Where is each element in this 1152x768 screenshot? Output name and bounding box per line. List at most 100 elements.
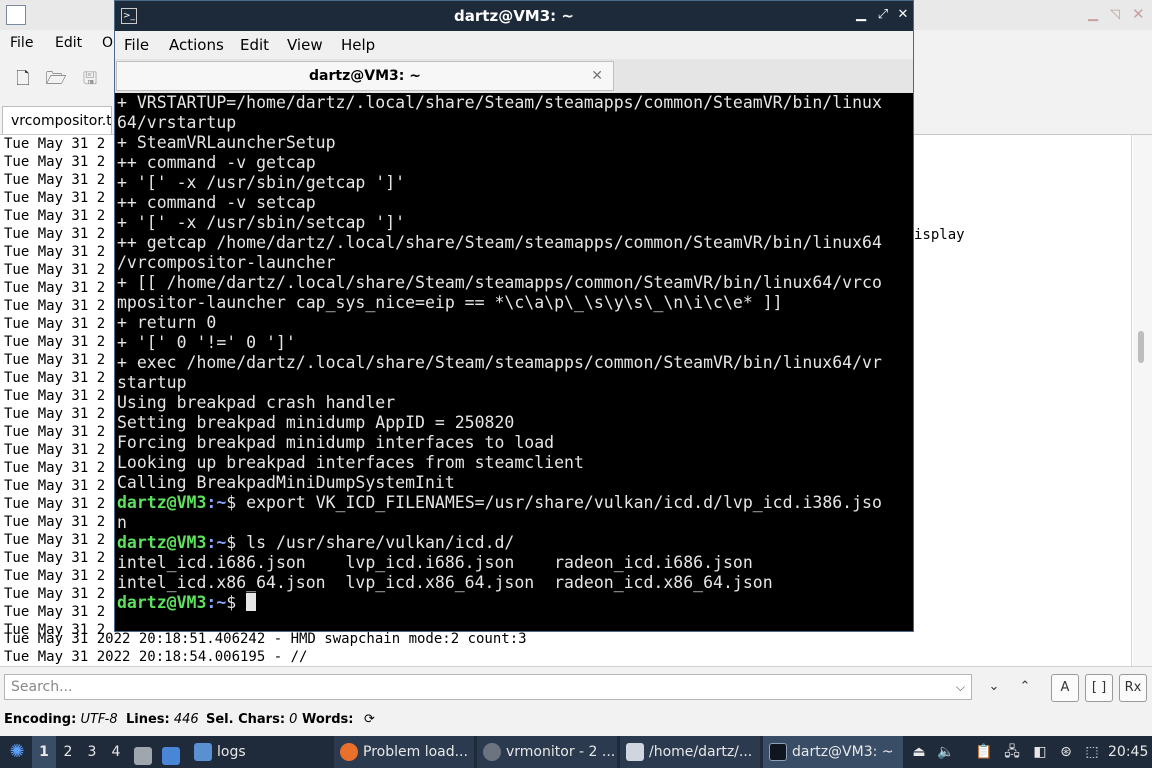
close-icon[interactable]: ✕ [1132,5,1145,23]
clipboard-icon[interactable]: 📋 [974,736,994,768]
log-line-prefix: Tue May 31 2 [4,244,106,260]
workspace-3[interactable]: 3 [80,736,104,768]
terminal-cursor [246,593,257,611]
close-icon[interactable]: ✕ [895,7,911,23]
terminal-line: n [117,513,127,532]
log-line-prefix: Tue May 31 2 [4,262,106,278]
task-editor[interactable]: /home/dartz/... [620,736,760,768]
menu-actions[interactable]: Actions [169,36,224,54]
task-firefox[interactable]: Problem load... [334,736,474,768]
terminal-line: + '[' -x /usr/sbin/getcap ']' [117,173,406,192]
find-previous-icon[interactable]: ⌃ [1011,674,1039,702]
prompt-symbol: $ [226,593,247,612]
maximize-icon[interactable]: ⤢ [875,7,891,23]
log-line-prefix: Tue May 31 2 [4,586,106,602]
taskbar: ✺ 1 2 3 4 logs Problem load... vrmonitor… [0,736,1152,768]
save-icon[interactable]: 🖫 [79,68,101,90]
chevron-down-icon[interactable]: ⌵ [956,675,965,699]
minimize-icon[interactable]: ▁ [853,7,869,23]
volume-icon[interactable]: 🔈 [936,736,956,768]
log-line: Tue May 31 2022 20:18:51.406242 - HMD sw… [4,631,527,647]
menu-file[interactable]: File [10,35,33,51]
log-line-prefix: Tue May 31 2 [4,568,106,584]
editor-right-margin [1131,135,1132,666]
terminal-titlebar[interactable]: >_ dartz@VM3: ~ ▁ ⤢ ✕ [115,1,913,31]
notification-icon[interactable]: ⬚ [1082,736,1102,768]
task-label: Problem load... [363,744,468,760]
menu-edit[interactable]: Edit [55,35,82,51]
network-icon[interactable]: 🖧 [1002,736,1022,768]
new-file-icon[interactable]: 🗋 [12,68,34,90]
menu-view[interactable]: View [287,36,323,54]
match-case-label: A [1060,680,1070,695]
maximize-icon[interactable]: ◹ [1110,7,1120,22]
terminal-output[interactable]: + VRSTARTUP=/home/dartz/.local/share/Ste… [115,93,913,631]
refresh-icon[interactable]: ⟳ [364,708,375,732]
terminal-line: Using breakpad crash handler [117,393,396,412]
log-line-prefix: Tue May 31 2 [4,514,106,530]
log-line-prefix: Tue May 31 2 [4,352,106,368]
editor-scrollbar[interactable] [1133,135,1152,666]
menu-options[interactable]: O [102,35,113,51]
file-manager-icon[interactable] [134,736,154,768]
search-placeholder: Search... [11,679,73,695]
editor-app-icon [6,5,26,25]
regex-label: Rx [1124,680,1142,695]
menu-file[interactable]: File [124,36,149,54]
command-text: ls /usr/share/vulkan/icd.d/ [246,533,515,552]
terminal-line: + VRSTARTUP=/home/dartz/.local/share/Ste… [117,93,882,112]
prompt-path: :~ [206,533,227,552]
close-tab-icon[interactable]: ✕ [591,62,603,90]
workspace-2[interactable]: 2 [56,736,80,768]
log-line-prefix: Tue May 31 2 [4,388,106,404]
scrollbar-thumb[interactable] [1138,331,1144,363]
terminal-icon [769,743,787,761]
terminal-tab-label: dartz@VM3: ~ [309,68,421,84]
log-display-fragment: isplay [914,227,965,243]
open-folder-icon[interactable]: 🗁 [45,68,67,90]
app-menu-icon[interactable]: ✺ [4,736,30,768]
log-line-prefix: Tue May 31 2 [4,208,106,224]
terminal-line: ++ command -v getcap [117,153,316,172]
steam-icon[interactable]: ⊛ [1056,736,1076,768]
logs-label: logs [217,744,246,760]
terminal-line: + exec /home/dartz/.local/share/Steam/st… [117,353,882,372]
task-terminal[interactable]: dartz@VM3: ~ [763,736,903,768]
log-line-prefix: Tue May 31 2 [4,370,106,386]
terminal-tab[interactable]: dartz@VM3: ~ ✕ [116,61,614,91]
terminal-line: Forcing breakpad minidump interfaces to … [117,433,555,452]
match-case-button[interactable]: A [1051,674,1079,702]
logs-folder-launcher[interactable]: logs [194,736,254,768]
workspace-1[interactable]: 1 [32,736,56,768]
folder-icon [194,743,212,761]
search-input[interactable]: Search... ⌵ [4,674,972,700]
log-line-prefix: Tue May 31 2 [4,478,106,494]
log-line-prefix: Tue May 31 2 [4,334,106,350]
find-next-icon[interactable]: ⌄ [980,674,1008,702]
terminal-prompt-line: dartz@VM3:~$ ls /usr/share/vulkan/icd.d/ [117,533,514,553]
log-line-prefix: Tue May 31 2 [4,280,106,296]
workspace-4[interactable]: 4 [104,736,128,768]
tab-vrcompositor[interactable]: vrcompositor.txt [2,106,112,134]
log-line-prefix: Tue May 31 2 [4,424,106,440]
minimize-icon[interactable]: ▁ [1088,7,1098,22]
lines-label: Lines: [126,712,170,727]
terminal-prompt-line: dartz@VM3:~$ export VK_ICD_FILENAMES=/us… [117,493,882,513]
task-vrmonitor[interactable]: vrmonitor - 2 ... [477,736,617,768]
upload-icon[interactable]: ⏏ [910,736,928,768]
status-encoding: Encoding: UTF-8 [4,708,118,732]
sel-value: 0 [289,712,298,727]
sel-label: Sel. Chars: [206,712,286,727]
updates-icon[interactable]: ◧ [1030,736,1050,768]
menu-edit[interactable]: Edit [240,36,269,54]
status-bar: Encoding: UTF-8 Lines: 446 Sel. Chars: 0… [0,708,1152,736]
status-sel-chars: Sel. Chars: 0 [206,708,297,732]
regex-button[interactable]: Rx [1119,674,1147,702]
status-lines: Lines: 446 [126,708,199,732]
encoding-value: UTF-8 [80,712,118,727]
log-line-prefix: Tue May 31 2 [4,604,106,620]
clock[interactable]: 20:45 [1108,736,1148,768]
menu-help[interactable]: Help [341,36,375,54]
whole-word-button[interactable]: [ ] [1085,674,1113,702]
show-desktop-icon[interactable] [162,736,182,768]
